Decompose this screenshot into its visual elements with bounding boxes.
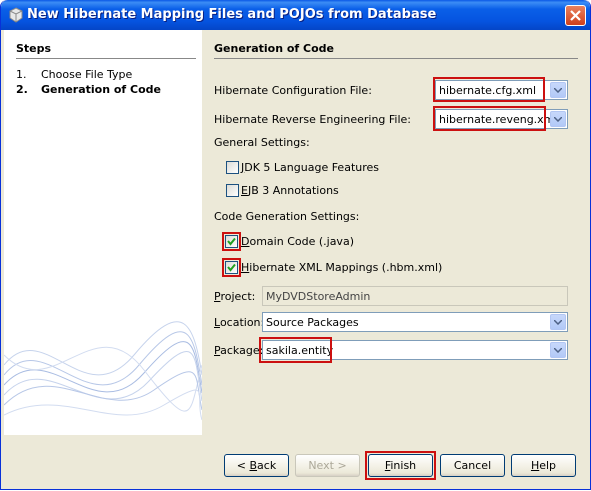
highlight-box-reveng (433, 106, 546, 131)
hbm-mappings-label-text: ibernate XML Mappings (.hbm.xml) (249, 261, 443, 274)
title-bar[interactable]: New Hibernate Mapping Files and POJOs fr… (1, 0, 590, 30)
hbm-mappings-label[interactable]: Hibernate XML Mappings (.hbm.xml) (241, 261, 442, 274)
window-title: New Hibernate Mapping Files and POJOs fr… (27, 7, 437, 22)
jdk5-checkbox[interactable] (226, 161, 239, 174)
content-panel: Generation of Code Hibernate Configurati… (204, 30, 590, 435)
step-number: 2. (16, 83, 28, 96)
dropdown-arrow-icon[interactable] (550, 342, 566, 358)
highlight-box-domain (222, 232, 241, 251)
ejb3-mnemonic: E (241, 184, 248, 197)
dropdown-arrow-icon[interactable] (550, 314, 566, 330)
help-mnemonic: H (530, 459, 540, 472)
dropdown-arrow-icon[interactable] (550, 111, 566, 127)
highlight-box-package (259, 337, 332, 363)
domain-code-label-text: omain Code (.java) (249, 235, 354, 248)
app-icon (9, 7, 23, 23)
highlight-box-config (433, 77, 545, 102)
step-label: Generation of Code (41, 83, 162, 96)
panel-heading: Generation of Code (214, 42, 335, 55)
help-button[interactable]: Help (511, 454, 576, 477)
panel-divider (214, 58, 578, 59)
reveng-file-label: Hibernate Reverse Engineering File: (214, 113, 412, 126)
step-item-choose-file-type: 1. Choose File Type (16, 68, 132, 81)
back-label: ack (257, 459, 277, 472)
close-icon (570, 10, 581, 21)
location-label: Location: (214, 316, 264, 329)
highlight-box-finish (365, 451, 436, 480)
steps-panel: Steps 1. Choose File Type 2. Generation of… (4, 30, 202, 435)
step-item-generation-of-code: 2. Generation of Code (16, 83, 161, 96)
help-label: elp (539, 459, 557, 472)
back-button[interactable]: < Back (224, 454, 289, 477)
close-button[interactable] (565, 5, 586, 26)
project-label-text: roject: (220, 290, 256, 303)
project-field: MyDVDStoreAdmin (262, 286, 568, 306)
step-number: 1. (16, 68, 27, 81)
ejb3-label-text: JB 3 Annotations (247, 184, 339, 197)
back-prefix: < (236, 459, 250, 472)
decorative-wave-graphic (4, 321, 202, 421)
location-label-text: ocation: (219, 316, 265, 329)
location-combo[interactable]: Source Packages (262, 312, 568, 332)
dialog-window: New Hibernate Mapping Files and POJOs fr… (0, 0, 591, 490)
steps-divider (16, 58, 196, 59)
jdk5-label[interactable]: JDK 5 Language Features (241, 161, 379, 174)
back-mnemonic: B (249, 459, 258, 472)
code-gen-settings-label: Code Generation Settings: (214, 210, 360, 223)
next-button[interactable]: Next > (295, 454, 360, 477)
button-bar: < Back Next > Finish Cancel Help (1, 435, 590, 489)
dropdown-arrow-icon[interactable] (550, 82, 566, 98)
steps-heading: Steps (16, 42, 52, 55)
step-label: Choose File Type (41, 68, 133, 81)
domain-code-label[interactable]: Domain Code (.java) (241, 235, 354, 248)
project-label: Project: (214, 290, 255, 303)
config-file-label: Hibernate Configuration File: (214, 84, 372, 97)
project-value: MyDVDStoreAdmin (266, 290, 371, 303)
package-label-text: ackage: (220, 344, 264, 357)
package-label: Package: (214, 344, 263, 357)
ejb3-checkbox[interactable] (226, 184, 239, 197)
general-settings-label: General Settings: (214, 136, 310, 149)
highlight-box-hbm (222, 258, 241, 277)
location-value: Source Packages (266, 316, 359, 329)
ejb3-label[interactable]: EJB 3 Annotations (241, 184, 339, 197)
jdk5-label-text: DK 5 Language Features (244, 161, 380, 174)
cancel-button[interactable]: Cancel (440, 454, 505, 477)
